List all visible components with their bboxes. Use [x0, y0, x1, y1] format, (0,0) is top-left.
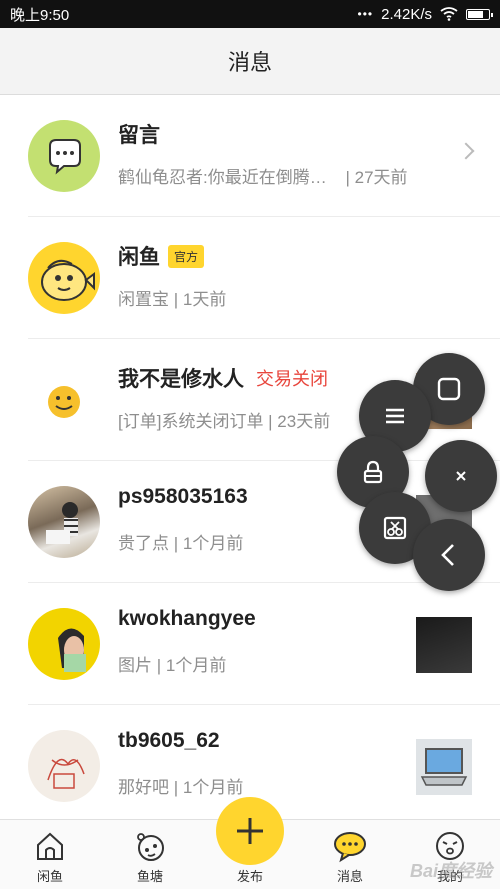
status-time: 晚上9:50	[10, 6, 70, 24]
message-preview: 鹤仙龟忍者:你最近在倒腾… | 27天前	[118, 163, 408, 188]
tab-label: 发布	[236, 869, 263, 884]
tab-label: 闲鱼	[36, 869, 63, 884]
signal-dots-icon: •••	[357, 7, 374, 21]
watermark: Bai度经验	[409, 861, 492, 881]
comment-avatar-icon	[28, 120, 100, 192]
message-preview: 闲置宝 | 1天前	[118, 290, 227, 309]
chevron-right-icon	[457, 142, 475, 160]
lock-icon	[363, 460, 383, 484]
message-row-liuyan[interactable]: 留言 鹤仙龟忍者:你最近在倒腾… | 27天前	[0, 95, 500, 217]
close-icon	[456, 471, 466, 481]
contact-name: 闲鱼	[118, 246, 160, 269]
status-indicators: ••• 2.42K/s	[357, 5, 493, 23]
laptop-thumbnail	[416, 739, 472, 795]
user-avatar	[28, 486, 100, 558]
page-title: 消息	[227, 50, 272, 75]
item-thumbnail	[416, 617, 472, 673]
preview-text: 鹤仙龟忍者:你最近在倒腾…	[118, 168, 327, 187]
message-bubble-icon	[334, 832, 366, 863]
back-button[interactable]	[413, 519, 485, 591]
message-preview: [订单]系统关闭订单 | 23天前	[118, 412, 331, 431]
chevron-left-icon	[441, 544, 454, 566]
battery-icon	[466, 8, 493, 20]
trade-closed-status: 交易关闭	[256, 369, 328, 389]
user-avatar	[28, 730, 100, 802]
menu-icon	[386, 408, 404, 424]
tab-xianyu[interactable]: 闲鱼	[10, 820, 90, 889]
status-bar: 晚上9:50 ••• 2.42K/s	[0, 0, 500, 28]
official-badge: 官方	[168, 244, 205, 268]
message-time: | 27天前	[345, 168, 408, 187]
contact-name: 我不是修水人	[118, 368, 244, 391]
wifi-icon	[440, 7, 458, 21]
user-avatar	[28, 608, 100, 680]
contact-name: ps958035163	[118, 485, 248, 508]
home-icon	[37, 832, 63, 860]
tab-label: 消息	[336, 869, 363, 884]
scissors-screenshot-icon	[383, 516, 407, 540]
publish-button[interactable]	[216, 797, 284, 865]
smiley-avatar	[28, 364, 100, 436]
contact-name: tb9605_62	[118, 729, 220, 752]
square-icon	[437, 377, 461, 401]
contact-name: 留言	[118, 124, 160, 147]
tab-yutang[interactable]: 鱼塘	[110, 820, 190, 889]
xianyu-fish-avatar	[28, 242, 100, 314]
message-row-xianyu[interactable]: 闲鱼 官方 闲置宝 | 1天前	[0, 217, 500, 339]
close-button[interactable]	[425, 440, 497, 512]
app-header: 消息	[0, 28, 500, 95]
message-preview: 图片 | 1个月前	[118, 656, 227, 675]
contact-name: kwokhangyee	[118, 607, 256, 630]
message-preview: 贵了点 | 1个月前	[118, 534, 244, 553]
tab-label: 鱼塘	[136, 869, 163, 884]
message-list: 留言 鹤仙龟忍者:你最近在倒腾… | 27天前 闲鱼 官方 闲置宝 | 1天前	[0, 95, 500, 827]
plus-icon	[237, 818, 263, 844]
net-speed: 2.42K/s	[381, 5, 432, 23]
message-row-kwokhangyee[interactable]: kwokhangyee 图片 | 1个月前	[0, 583, 500, 705]
message-preview: 那好吧 | 1个月前	[118, 778, 244, 797]
pond-icon	[137, 833, 164, 861]
tab-messages[interactable]: 消息	[310, 820, 390, 889]
